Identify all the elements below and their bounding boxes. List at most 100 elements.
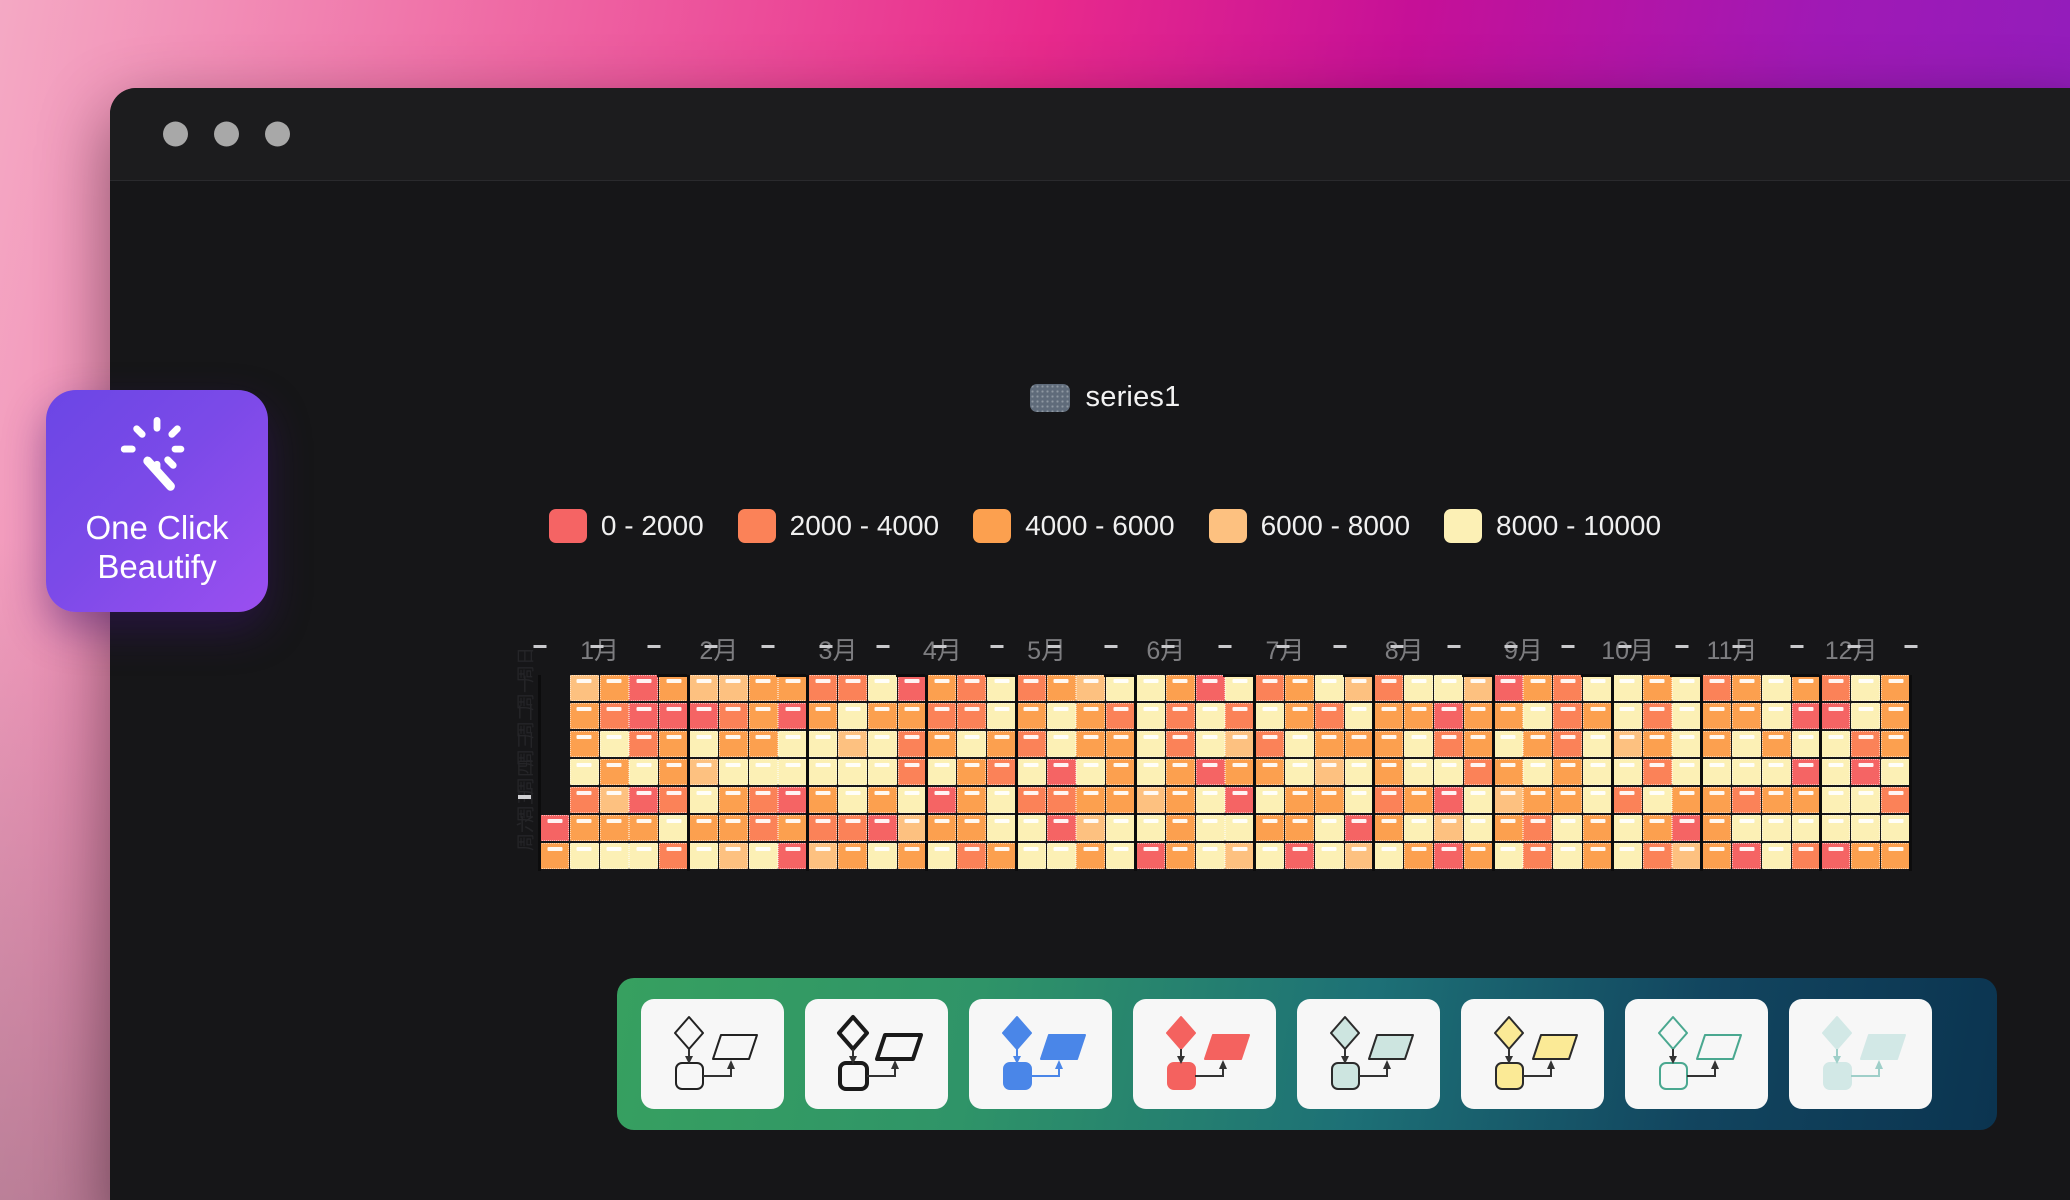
heatmap-cell[interactable] — [1881, 787, 1910, 813]
value-range-legend-item[interactable]: 2000 - 4000 — [737, 509, 939, 543]
heatmap-cell[interactable] — [1046, 759, 1076, 785]
heatmap-cell[interactable] — [718, 843, 748, 869]
heatmap-cell[interactable] — [1195, 843, 1225, 869]
heatmap-cell[interactable] — [1612, 815, 1642, 841]
heatmap-cell[interactable] — [1404, 759, 1434, 785]
heatmap-cell[interactable] — [629, 675, 659, 701]
value-range-legend-item[interactable]: 6000 - 8000 — [1208, 509, 1410, 543]
heatmap-cell[interactable] — [1672, 787, 1702, 813]
heatmap-cell[interactable] — [897, 703, 927, 729]
heatmap-cell[interactable] — [659, 843, 689, 869]
heatmap-cell[interactable] — [1106, 843, 1136, 869]
heatmap-cell[interactable] — [1225, 731, 1255, 757]
heatmap-cell[interactable] — [1791, 703, 1821, 729]
heatmap-cell[interactable] — [1523, 759, 1553, 785]
heatmap-cell[interactable] — [1761, 703, 1791, 729]
heatmap-cells[interactable] — [538, 674, 1912, 871]
heatmap-cell[interactable] — [1314, 815, 1344, 841]
heatmap-cell[interactable] — [1732, 731, 1761, 757]
heatmap-cell[interactable] — [1225, 675, 1255, 701]
heatmap-cell[interactable] — [957, 759, 987, 785]
heatmap-cell[interactable] — [867, 675, 897, 701]
heatmap-cell[interactable] — [1374, 843, 1404, 869]
heatmap-cell[interactable] — [569, 843, 599, 869]
heatmap-cell[interactable] — [897, 815, 927, 841]
heatmap-cell[interactable] — [540, 815, 569, 841]
heatmap-cell[interactable] — [1225, 787, 1255, 813]
heatmap-cell[interactable] — [927, 815, 957, 841]
heatmap-cell[interactable] — [569, 675, 599, 701]
heatmap-cell[interactable] — [1493, 731, 1523, 757]
heatmap-cell[interactable] — [599, 703, 629, 729]
heatmap-cell[interactable] — [1642, 843, 1672, 869]
heatmap-cell[interactable] — [778, 759, 808, 785]
heatmap-cell[interactable] — [629, 731, 659, 757]
heatmap-cell[interactable] — [1136, 759, 1165, 785]
heatmap-cell[interactable] — [569, 787, 599, 813]
heatmap-cell[interactable] — [867, 703, 897, 729]
heatmap-cell[interactable] — [927, 843, 957, 869]
heatmap-cell[interactable] — [778, 843, 808, 869]
heatmap-cell[interactable] — [808, 731, 838, 757]
heatmap-cell[interactable] — [957, 731, 987, 757]
heatmap-cell[interactable] — [540, 843, 569, 869]
heatmap-cell[interactable] — [1165, 759, 1195, 785]
heatmap-cell[interactable] — [1016, 787, 1046, 813]
heatmap-cell[interactable] — [689, 731, 718, 757]
heatmap-cell[interactable] — [1106, 815, 1136, 841]
heatmap-cell[interactable] — [1702, 703, 1732, 729]
heatmap-cell[interactable] — [659, 703, 689, 729]
heatmap-cell[interactable] — [1165, 675, 1195, 701]
style-preset-card[interactable] — [1133, 999, 1276, 1109]
heatmap-cell[interactable] — [1136, 703, 1165, 729]
heatmap-cell[interactable] — [1881, 759, 1910, 785]
heatmap-cell[interactable] — [808, 759, 838, 785]
heatmap-cell[interactable] — [987, 675, 1016, 701]
heatmap-cell[interactable] — [1612, 703, 1642, 729]
heatmap-cell[interactable] — [1076, 787, 1106, 813]
heatmap-cell[interactable] — [927, 703, 957, 729]
heatmap-cell[interactable] — [1881, 843, 1910, 869]
heatmap-cell[interactable] — [599, 731, 629, 757]
heatmap-cell[interactable] — [1255, 843, 1285, 869]
heatmap-cell[interactable] — [1076, 759, 1106, 785]
heatmap-cell[interactable] — [808, 703, 838, 729]
heatmap-cell[interactable] — [1404, 675, 1434, 701]
heatmap-cell[interactable] — [1523, 675, 1553, 701]
heatmap-cell[interactable] — [1583, 787, 1612, 813]
heatmap-cell[interactable] — [1702, 731, 1732, 757]
heatmap-cell[interactable] — [1195, 675, 1225, 701]
heatmap-cell[interactable] — [1285, 843, 1314, 869]
heatmap-cell[interactable] — [957, 703, 987, 729]
heatmap-cell[interactable] — [1136, 675, 1165, 701]
heatmap-cell[interactable] — [1493, 703, 1523, 729]
heatmap-cell[interactable] — [897, 759, 927, 785]
heatmap-cell[interactable] — [867, 815, 897, 841]
heatmap-cell[interactable] — [838, 731, 867, 757]
heatmap-cell[interactable] — [659, 815, 689, 841]
heatmap-cell[interactable] — [927, 759, 957, 785]
heatmap-cell[interactable] — [689, 759, 718, 785]
heatmap-cell[interactable] — [1195, 787, 1225, 813]
heatmap-cell[interactable] — [1791, 843, 1821, 869]
heatmap-cell[interactable] — [718, 731, 748, 757]
heatmap-cell[interactable] — [1463, 731, 1493, 757]
heatmap-cell[interactable] — [1374, 787, 1404, 813]
heatmap-cell[interactable] — [1285, 787, 1314, 813]
heatmap-cell[interactable] — [748, 675, 778, 701]
heatmap-cell[interactable] — [1046, 815, 1076, 841]
heatmap-cell[interactable] — [1642, 787, 1672, 813]
heatmap-cell[interactable] — [838, 843, 867, 869]
heatmap-cell[interactable] — [838, 787, 867, 813]
heatmap-cell[interactable] — [1076, 731, 1106, 757]
heatmap-cell[interactable] — [718, 759, 748, 785]
heatmap-cell[interactable] — [1821, 731, 1851, 757]
heatmap-cell[interactable] — [1553, 675, 1583, 701]
heatmap-cell[interactable] — [1851, 675, 1881, 701]
style-preset-card[interactable] — [1625, 999, 1768, 1109]
heatmap-cell[interactable] — [1642, 675, 1672, 701]
heatmap-cell[interactable] — [1463, 675, 1493, 701]
heatmap-cell[interactable] — [1583, 675, 1612, 701]
heatmap-cell[interactable] — [1583, 843, 1612, 869]
heatmap-cell[interactable] — [569, 731, 599, 757]
